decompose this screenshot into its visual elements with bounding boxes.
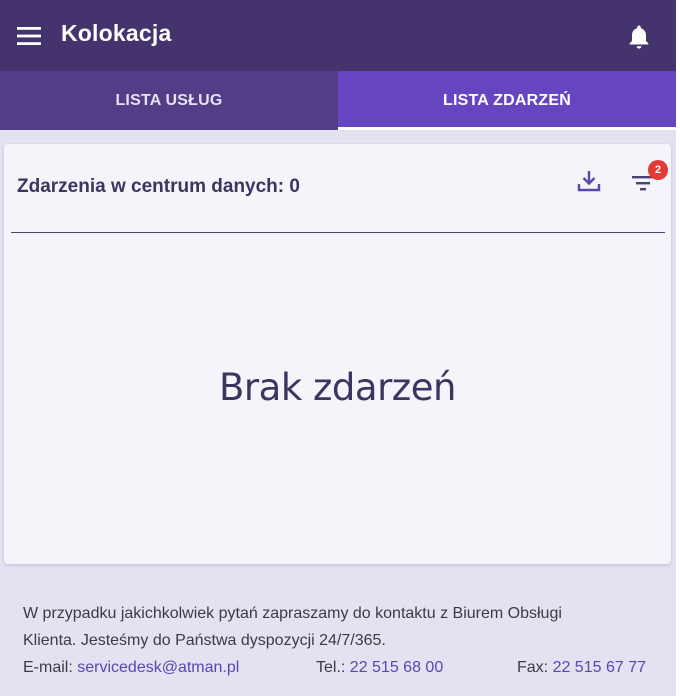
contact-email: E-mail: servicedesk@atman.pl bbox=[23, 654, 239, 681]
download-button[interactable] bbox=[574, 166, 604, 196]
email-link[interactable]: servicedesk@atman.pl bbox=[77, 659, 239, 676]
app-bar: Kolokacja bbox=[0, 0, 676, 71]
tab-event-list[interactable]: LISTA ZDARZEŃ bbox=[338, 71, 676, 130]
download-icon bbox=[577, 171, 601, 192]
card-divider bbox=[11, 232, 665, 233]
bell-icon bbox=[629, 25, 649, 49]
footer: W przypadku jakichkolwiek pytań zaprasza… bbox=[23, 600, 663, 681]
tab-bar: LISTA USŁUG LISTA ZDARZEŃ bbox=[0, 71, 676, 130]
tel-label: Tel.: bbox=[316, 659, 350, 676]
contact-fax: Fax: 22 515 67 77 bbox=[517, 654, 646, 681]
contact-tel: Tel.: 22 515 68 00 bbox=[316, 654, 443, 681]
events-count-title: Zdarzenia w centrum danych: 0 bbox=[17, 176, 300, 197]
tel-link[interactable]: 22 515 68 00 bbox=[350, 659, 443, 676]
empty-state-message: Brak zdarzeń bbox=[219, 366, 456, 409]
filter-count-badge: 2 bbox=[648, 160, 668, 180]
tab-event-list-label: LISTA ZDARZEŃ bbox=[443, 91, 571, 109]
tab-service-list-label: LISTA USŁUG bbox=[115, 91, 223, 109]
email-label: E-mail: bbox=[23, 659, 78, 676]
tab-service-list[interactable]: LISTA USŁUG bbox=[0, 71, 338, 130]
window-edge bbox=[676, 0, 680, 696]
menu-icon bbox=[17, 27, 41, 45]
fax-label: Fax: bbox=[517, 659, 553, 676]
events-card: Zdarzenia w centrum danych: 0 2 Brak zda… bbox=[4, 144, 671, 564]
notifications-button[interactable] bbox=[622, 20, 656, 54]
app-title: Kolokacja bbox=[61, 20, 172, 46]
contact-row: E-mail: servicedesk@atman.pl Tel.: 22 51… bbox=[23, 654, 663, 681]
footer-line-1: W przypadku jakichkolwiek pytań zaprasza… bbox=[23, 605, 562, 622]
active-tab-indicator bbox=[338, 127, 676, 130]
fax-link[interactable]: 22 515 67 77 bbox=[553, 659, 646, 676]
footer-line-2: Klienta. Jesteśmy do Państwa dyspozycji … bbox=[23, 632, 386, 649]
menu-button[interactable] bbox=[12, 20, 46, 52]
